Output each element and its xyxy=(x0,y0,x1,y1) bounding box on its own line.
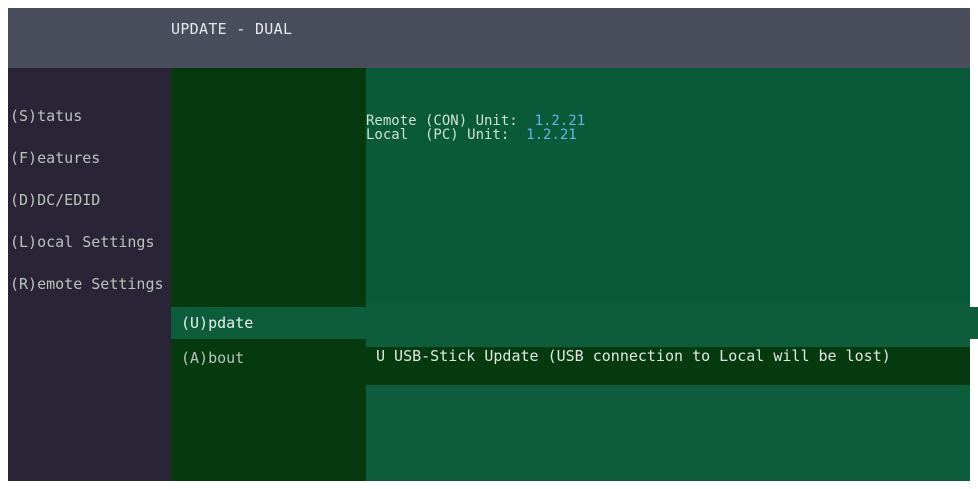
menu-item-update-label: (U)pdate xyxy=(181,314,254,332)
page-title: UPDATE - DUAL xyxy=(171,20,293,38)
usb-stick-update-action[interactable]: U USB-Stick Update (USB connection to Lo… xyxy=(376,347,891,365)
content-info-panel xyxy=(366,68,970,302)
remote-unit-row: Remote (CON) Unit: 1.2.21 xyxy=(366,114,585,128)
menu-panel xyxy=(171,68,366,481)
local-unit-row: Local (PC) Unit: 1.2.21 xyxy=(366,128,577,142)
menu-item-features[interactable]: (F)eatures xyxy=(0,143,195,173)
menu-item-ddc-edid[interactable]: (D)DC/EDID xyxy=(0,185,195,215)
menu-item-status[interactable]: (S)tatus xyxy=(0,101,195,131)
title-bar xyxy=(8,8,970,68)
local-unit-label: Local (PC) Unit: xyxy=(366,127,510,143)
menu-item-about[interactable]: (A)bout xyxy=(171,347,366,377)
menu-item-remote-settings[interactable]: (R)emote Settings xyxy=(0,269,195,299)
menu-item-update[interactable]: (U)pdate xyxy=(171,307,978,339)
menu-item-local-settings[interactable]: (L)ocal Settings xyxy=(0,227,195,257)
local-unit-version: 1.2.21 xyxy=(526,127,577,143)
